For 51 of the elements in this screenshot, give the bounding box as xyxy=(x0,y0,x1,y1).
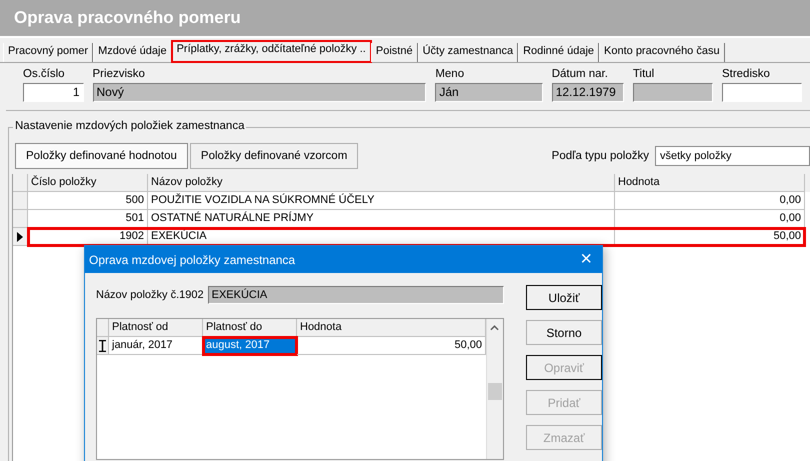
column-header[interactable]: Názov položky xyxy=(148,174,615,192)
input-field[interactable]: Ján xyxy=(435,83,543,102)
window-title: Oprava pracovného pomeru xyxy=(14,8,241,28)
dialog-button[interactable]: Storno xyxy=(526,320,602,345)
table-cell: 50,00 xyxy=(297,337,486,355)
table-cell: 501 xyxy=(28,210,148,228)
table-cell: 0,00 xyxy=(615,192,805,210)
tab[interactable]: Konto pracovného času xyxy=(599,43,725,62)
input-field[interactable]: 1 xyxy=(23,83,84,102)
mode-button[interactable]: Položky definované hodnotou xyxy=(15,143,188,169)
field-label: Stredisko xyxy=(722,68,771,80)
dialog-title: Oprava mzdovej položky zamestnanca xyxy=(89,252,296,266)
input-field[interactable] xyxy=(632,83,713,102)
input-field[interactable]: Nový xyxy=(92,83,426,102)
column-header[interactable]: Platnosť od xyxy=(109,319,203,337)
row-header-cell[interactable] xyxy=(13,210,28,228)
column-header[interactable]: Hodnota xyxy=(297,319,486,337)
scroll-up-icon[interactable] xyxy=(490,325,499,331)
table-cell: 0,00 xyxy=(615,210,805,228)
row-header-cell[interactable] xyxy=(97,337,109,355)
input-field[interactable]: EXEKÚCIA xyxy=(208,286,504,304)
close-button[interactable]: × xyxy=(570,246,602,273)
field-label: Dátum nar. xyxy=(552,68,609,80)
table-cell[interactable]: august, 2017 xyxy=(203,337,297,355)
field-label: Priezvisko xyxy=(92,68,146,80)
field-label: Meno xyxy=(435,68,466,80)
tab[interactable]: Pracovný pomer xyxy=(3,43,94,62)
table-cell: OSTATNÉ NATURÁLNE PRÍJMY xyxy=(148,210,615,228)
input-field[interactable] xyxy=(722,83,802,102)
field-label: Titul xyxy=(632,68,656,80)
input-field[interactable]: 12.12.1979 xyxy=(552,83,624,102)
column-header[interactable]: Číslo položky xyxy=(28,174,148,192)
dialog-button[interactable]: Uložiť xyxy=(526,285,602,310)
tab[interactable]: Účty zamestnanca xyxy=(418,43,518,62)
field-label: Os.číslo xyxy=(23,68,66,80)
tab[interactable]: Poistné xyxy=(370,43,418,62)
tab[interactable]: Príplatky, zrážky, odčítateľné položky .. xyxy=(172,41,371,62)
table-cell: 500 xyxy=(28,192,148,210)
column-header[interactable]: Hodnota xyxy=(615,174,805,192)
row-header-cell[interactable] xyxy=(13,192,28,210)
field-label: Názov položky č.1902 xyxy=(96,289,204,301)
table-cell: POUŽITIE VOZIDLA NA SÚKROMNÉ ÚČELY xyxy=(148,192,615,210)
table-cell: 50,00 xyxy=(615,228,805,246)
filter-dropdown[interactable]: všetky položky xyxy=(655,146,810,166)
mode-button[interactable]: Položky definované vzorcom xyxy=(190,143,358,169)
row-header-cell[interactable] xyxy=(13,228,28,246)
group-title: Nastavenie mzdových položiek zamestnanca xyxy=(13,120,246,132)
tab[interactable]: Rodinné údaje xyxy=(518,43,600,62)
scroll-thumb[interactable] xyxy=(488,383,502,400)
scrollbar[interactable] xyxy=(486,319,503,459)
filter-label: Podľa typu položky xyxy=(552,150,649,162)
